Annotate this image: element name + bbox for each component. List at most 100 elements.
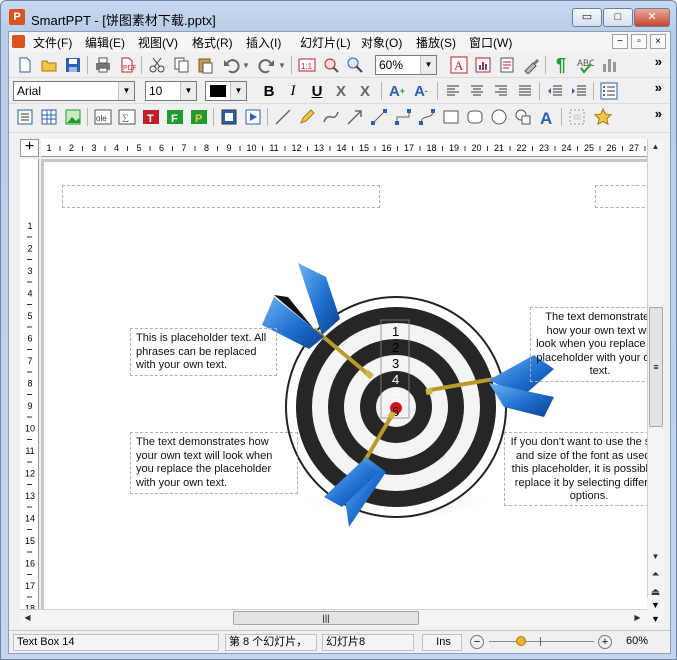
pencil-icon[interactable] — [297, 107, 317, 127]
print-icon[interactable] — [93, 55, 113, 75]
toolbar-overflow-icon[interactable]: » — [655, 80, 662, 95]
media-icon[interactable] — [243, 107, 263, 127]
menu-window[interactable]: 窗口(W) — [469, 34, 512, 51]
mdi-minimize-button[interactable]: − — [612, 34, 628, 49]
bullets-icon[interactable] — [599, 81, 619, 101]
mdi-restore-button[interactable]: ▫ — [631, 34, 647, 49]
horizontal-scroll-thumb[interactable]: ||| — [233, 611, 419, 625]
zoom-out-button[interactable]: − — [470, 635, 484, 649]
font-color-select[interactable]: ▼ — [205, 81, 247, 101]
connector-icon[interactable] — [369, 107, 389, 127]
justify-icon[interactable] — [515, 81, 535, 101]
paragraph-icon[interactable]: ¶ — [551, 55, 571, 75]
pdf-icon[interactable]: PDF — [117, 55, 137, 75]
redo-icon[interactable] — [257, 55, 277, 75]
shrink-font-icon[interactable]: A- — [411, 81, 431, 101]
undo-dropdown-icon[interactable]: ▼ — [241, 55, 251, 75]
minimize-button[interactable]: ▭ — [572, 8, 602, 27]
scroll-left-button[interactable]: ◀ — [20, 610, 35, 625]
placeholder-text-left-bottom[interactable]: The text demonstrates how your own text … — [130, 432, 298, 494]
elbow-connector-icon[interactable] — [393, 107, 413, 127]
previous-slide-button[interactable]: ⏶ — [648, 567, 663, 582]
picture-icon[interactable] — [63, 107, 83, 127]
undo-icon[interactable] — [221, 55, 241, 75]
slide-number-icon[interactable]: 1:1 — [297, 55, 317, 75]
menu-object[interactable]: 对象(O) — [361, 34, 402, 51]
star-icon[interactable] — [593, 107, 613, 127]
spell-icon[interactable]: ABC — [575, 55, 595, 75]
align-right-icon[interactable] — [491, 81, 511, 101]
bold-button[interactable]: B — [259, 81, 279, 101]
zoom-slider-thumb[interactable] — [515, 636, 526, 646]
menu-insert[interactable]: 插入(I) — [246, 34, 281, 51]
title-placeholder-right[interactable] — [595, 185, 647, 208]
menu-view[interactable]: 视图(V) — [138, 34, 178, 51]
menu-file[interactable]: 文件(F) — [33, 34, 72, 51]
insert-chart-icon[interactable] — [473, 55, 493, 75]
paint-icon[interactable] — [521, 55, 541, 75]
text-a-icon[interactable]: A — [449, 55, 469, 75]
menu-slide[interactable]: 幻灯片(L) — [300, 34, 351, 51]
align-left-icon[interactable] — [443, 81, 463, 101]
mdi-close-button[interactable]: × — [650, 34, 666, 49]
text-box-icon[interactable] — [15, 107, 35, 127]
notes-icon[interactable] — [497, 55, 517, 75]
placeholder-text-right-bottom[interactable]: If you don't want to use the style and s… — [504, 432, 647, 506]
underline-button[interactable]: U — [307, 81, 327, 101]
next-slide-button[interactable]: ▼ ▼ — [647, 598, 664, 626]
font-name-select[interactable]: Arial ▼ — [13, 81, 135, 101]
cut-icon[interactable] — [147, 55, 167, 75]
ellipse-icon[interactable] — [489, 107, 509, 127]
arrow-icon[interactable] — [345, 107, 365, 127]
group-icon[interactable] — [219, 107, 239, 127]
find-icon[interactable] — [321, 55, 341, 75]
maximize-button[interactable]: □ — [603, 8, 633, 27]
rectangle-icon[interactable] — [441, 107, 461, 127]
curved-connector-icon[interactable] — [417, 107, 437, 127]
zoom-select[interactable]: 60% ▼ — [375, 55, 437, 75]
italic-button[interactable]: I — [283, 81, 303, 101]
ruler-corner-button[interactable]: + — [20, 139, 39, 157]
menu-format[interactable]: 格式(R) — [192, 34, 233, 51]
toolbar-overflow-icon[interactable]: » — [655, 106, 662, 121]
increase-indent-icon[interactable] — [569, 81, 589, 101]
save-icon[interactable] — [63, 55, 83, 75]
paste-icon[interactable] — [195, 55, 215, 75]
new-icon[interactable] — [15, 55, 35, 75]
wordart-icon[interactable]: A — [537, 107, 557, 127]
table-icon[interactable] — [39, 107, 59, 127]
menu-play[interactable]: 播放(S) — [416, 34, 456, 51]
redo-dropdown-icon[interactable]: ▼ — [277, 55, 287, 75]
align-center-icon[interactable] — [467, 81, 487, 101]
zoom-in-button[interactable]: + — [598, 635, 612, 649]
curve-icon[interactable] — [321, 107, 341, 127]
frame-icon[interactable]: F — [165, 107, 185, 127]
align-objects-icon[interactable] — [567, 107, 587, 127]
slide[interactable]: 1 2 3 4 5 6 This is placeholder text. Al… — [44, 162, 647, 609]
scroll-up-button[interactable]: ▲ — [648, 139, 663, 154]
page-icon[interactable]: P — [189, 107, 209, 127]
copy-icon[interactable] — [171, 55, 191, 75]
font-size-select[interactable]: 10 ▼ — [145, 81, 197, 101]
zoom-icon[interactable] — [345, 55, 365, 75]
ole-icon[interactable]: ole — [93, 107, 113, 127]
vertical-scrollbar[interactable]: ▲ ≡ ▼ ⏶ ⏏ ⧉ — [647, 139, 664, 619]
zoom-slider-track[interactable] — [489, 641, 594, 642]
placeholder-text-left-top[interactable]: This is placeholder text. All phrases ca… — [130, 328, 277, 376]
close-button[interactable]: ✕ — [634, 8, 670, 27]
scroll-thumb[interactable]: ≡ — [649, 307, 663, 427]
strikethrough-button[interactable]: X — [331, 81, 351, 101]
title-placeholder[interactable] — [62, 185, 380, 208]
shapes-icon[interactable] — [513, 107, 533, 127]
rounded-rectangle-icon[interactable] — [465, 107, 485, 127]
scroll-down-button[interactable]: ▼ — [648, 549, 663, 564]
formula-icon[interactable]: Σ — [117, 107, 137, 127]
slide-canvas[interactable]: 1 2 3 4 5 6 This is placeholder text. Al… — [41, 159, 647, 609]
horizontal-scrollbar[interactable]: ◀ ||| ▶ — [20, 609, 647, 626]
line-icon[interactable] — [273, 107, 293, 127]
grow-font-icon[interactable]: A + — [387, 81, 407, 101]
open-icon[interactable] — [39, 55, 59, 75]
text-art-icon[interactable]: T — [141, 107, 161, 127]
chart-bars-icon[interactable] — [599, 55, 619, 75]
placeholder-text-right-top[interactable]: The text demonstrates how your own text … — [530, 307, 647, 382]
